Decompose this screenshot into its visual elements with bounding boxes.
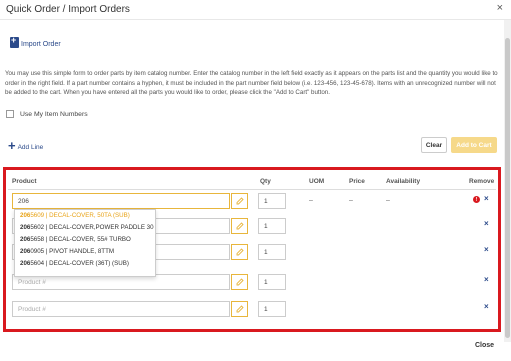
error-icon: ! <box>473 196 480 203</box>
dialog-titlebar: Quick Order / Import Orders × <box>0 0 511 20</box>
use-item-numbers-option[interactable]: Use My Item Numbers <box>6 110 88 118</box>
qty-input[interactable] <box>258 218 286 234</box>
match-prefix: 206 <box>20 260 31 267</box>
import-document-icon <box>10 35 19 48</box>
edit-icon[interactable] <box>231 274 248 290</box>
autocomplete-option[interactable]: 2065604 | DECAL-COVER (36T) (SUB) <box>15 258 155 270</box>
match-prefix: 206 <box>20 224 31 231</box>
qty-input[interactable] <box>258 274 286 290</box>
close-icon[interactable]: × <box>497 2 503 14</box>
table-row: × <box>6 301 498 319</box>
uom-value: – <box>309 197 313 204</box>
product-input[interactable] <box>12 193 230 209</box>
clear-button[interactable]: Clear <box>421 137 447 153</box>
instructions-text: You may use this simple form to order pa… <box>5 70 498 96</box>
price-value: – <box>349 197 353 204</box>
header-price: Price <box>349 178 365 185</box>
import-order-link[interactable]: Import Order <box>10 35 61 48</box>
header-divider <box>8 189 496 190</box>
edit-icon[interactable] <box>231 244 248 260</box>
edit-icon[interactable] <box>231 193 248 209</box>
qty-input[interactable] <box>258 244 286 260</box>
remove-icon[interactable]: × <box>484 245 489 254</box>
remove-icon[interactable]: × <box>484 219 489 228</box>
option-text: 5602 | DECAL-COVER,POWER PADDLE 30 <box>30 224 154 231</box>
import-order-label: Import Order <box>21 41 61 48</box>
edit-icon[interactable] <box>231 218 248 234</box>
header-product: Product <box>12 178 37 185</box>
header-qty: Qty <box>260 178 271 185</box>
autocomplete-option[interactable]: 2065609 | DECAL-COVER, 50TA (SUB) <box>15 210 155 222</box>
add-to-cart-button[interactable]: Add to Cart <box>451 137 497 153</box>
option-text: 5604 | DECAL-COVER (36T) (SUB) <box>30 260 129 267</box>
option-text: 5609 | DECAL-COVER, 50TA (SUB) <box>30 212 130 219</box>
option-text: 5658 | DECAL-COVER, 55# TURBO <box>30 236 131 243</box>
autocomplete-dropdown: 2065609 | DECAL-COVER, 50TA (SUB) 206560… <box>14 209 156 277</box>
autocomplete-option[interactable]: 2060905 | PIVOT HANDLE, 8TTM <box>15 246 155 258</box>
match-prefix: 206 <box>20 248 31 255</box>
autocomplete-option[interactable]: 2065658 | DECAL-COVER, 55# TURBO <box>15 234 155 246</box>
close-button[interactable]: Close <box>475 342 494 349</box>
header-remove: Remove <box>469 178 495 185</box>
add-line-label: Add Line <box>17 144 44 151</box>
remove-icon[interactable]: × <box>484 194 489 203</box>
scrollbar-thumb[interactable] <box>505 38 510 338</box>
availability-value: – <box>386 197 390 204</box>
use-item-numbers-label: Use My Item Numbers <box>20 110 88 118</box>
product-input[interactable] <box>12 301 230 317</box>
plus-icon: + <box>8 137 16 153</box>
add-line-button[interactable]: + Add Line <box>8 137 44 153</box>
dialog-title: Quick Order / Import Orders <box>6 4 130 15</box>
vertical-scrollbar[interactable] <box>504 20 511 342</box>
option-text: 0905 | PIVOT HANDLE, 8TTM <box>30 248 115 255</box>
header-availability: Availability <box>386 178 421 185</box>
use-item-numbers-checkbox[interactable] <box>6 110 14 118</box>
remove-icon[interactable]: × <box>484 275 489 284</box>
remove-icon[interactable]: × <box>484 302 489 311</box>
match-prefix: 206 <box>20 236 31 243</box>
qty-input[interactable] <box>258 193 286 209</box>
match-prefix: 206 <box>20 212 31 219</box>
autocomplete-option[interactable]: 2065602 | DECAL-COVER,POWER PADDLE 30 <box>15 222 155 234</box>
qty-input[interactable] <box>258 301 286 317</box>
header-uom: UOM <box>309 178 325 185</box>
edit-icon[interactable] <box>231 301 248 317</box>
